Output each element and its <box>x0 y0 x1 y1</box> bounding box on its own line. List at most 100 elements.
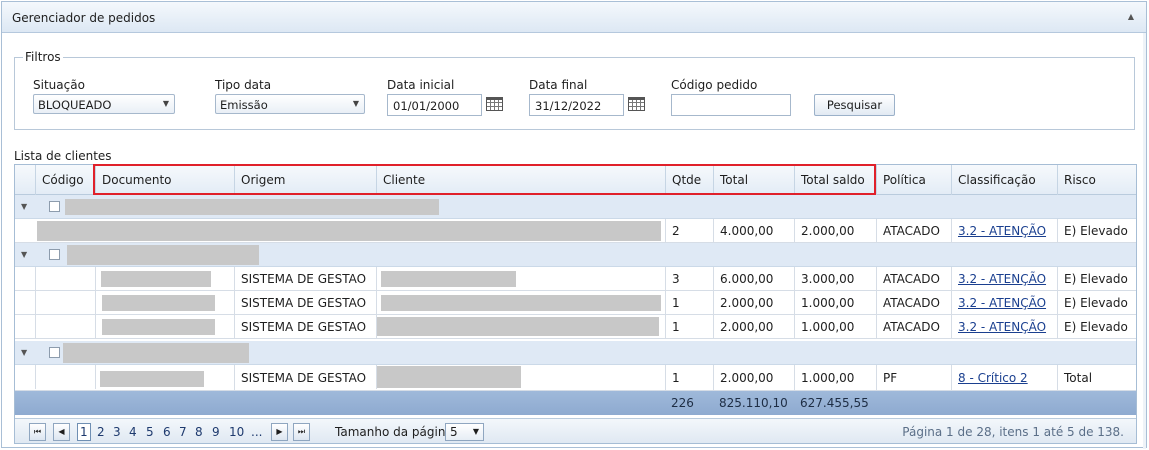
cell-politica: ATACADO <box>876 219 951 243</box>
col-total-saldo[interactable]: Total saldo <box>794 165 876 195</box>
next-page-button[interactable]: ▶ <box>271 423 288 441</box>
cell-documento <box>95 291 234 315</box>
col-classificacao[interactable]: Classificação <box>951 165 1057 195</box>
cell-saldo: 1.000,00 <box>794 315 876 339</box>
data-inicial-input[interactable]: 01/01/2000 <box>387 94 482 116</box>
chevron-down-icon[interactable]: ▼ <box>21 250 27 259</box>
classificacao-link[interactable]: 3.2 - ATENÇÃO <box>958 224 1046 238</box>
situacao-select[interactable]: BLOQUEADO ▼ <box>33 94 175 114</box>
page-number[interactable]: 7 <box>179 425 187 439</box>
cell-risco: E) Elevado <box>1057 219 1136 243</box>
situacao-label: Situação <box>33 78 85 92</box>
cell-politica: ATACADO <box>876 291 951 315</box>
filters-legend: Filtros <box>25 50 61 64</box>
cell-documento <box>95 315 234 339</box>
classificacao-link[interactable]: 3.2 - ATENÇÃO <box>958 320 1046 334</box>
cell-origem: SISTEMA DE GESTAO <box>234 267 376 291</box>
page-number[interactable]: 8 <box>195 425 203 439</box>
page-number[interactable]: 5 <box>146 425 154 439</box>
redacted-block <box>67 245 259 265</box>
cell-codigo <box>35 315 95 339</box>
cell-risco: E) Elevado <box>1057 291 1136 315</box>
table-row[interactable]: SISTEMA DE GESTAO 3 6.000,00 3.000,00 AT… <box>15 267 1136 291</box>
group-checkbox[interactable] <box>49 347 60 358</box>
cell-codigo <box>35 291 95 315</box>
data-inicial-label: Data inicial <box>387 78 455 92</box>
tipo-data-value: Emissão <box>220 98 268 112</box>
chevron-down-icon[interactable]: ▼ <box>21 202 27 211</box>
col-politica[interactable]: Política <box>876 165 951 195</box>
col-qtde[interactable]: Qtde <box>665 165 713 195</box>
page-size-label: Tamanho da página: <box>335 425 457 439</box>
page-number[interactable]: 4 <box>129 425 137 439</box>
page-size-value: 5 <box>450 425 458 439</box>
prev-page-button[interactable]: ◀ <box>53 423 70 441</box>
group-checkbox[interactable] <box>49 249 60 260</box>
redacted-block <box>377 317 659 336</box>
group-checkbox[interactable] <box>49 201 60 212</box>
panel-edge <box>1143 33 1146 449</box>
page-size-select[interactable]: 5 ▼ <box>445 423 484 441</box>
page-number[interactable]: 6 <box>163 425 171 439</box>
classificacao-link[interactable]: 3.2 - ATENÇÃO <box>958 296 1046 310</box>
calendar-icon[interactable] <box>628 97 645 111</box>
classificacao-link[interactable]: 3.2 - ATENÇÃO <box>958 272 1046 286</box>
totals-row: 226 825.110,10 627.455,55 <box>15 391 1136 415</box>
table-row[interactable]: SISTEMA DE GESTAO 1 2.000,00 1.000,00 AT… <box>15 315 1136 339</box>
cell-risco: Total <box>1057 365 1136 391</box>
page-number[interactable]: 10 <box>229 425 244 439</box>
page-number[interactable]: 2 <box>97 425 105 439</box>
redacted-block <box>101 271 211 287</box>
data-final-input[interactable]: 31/12/2022 <box>529 94 624 116</box>
redacted-block <box>381 295 661 311</box>
redacted-block <box>377 366 521 388</box>
col-documento[interactable]: Documento <box>95 165 234 195</box>
clients-grid: Código Documento Origem Cliente Qtde Tot… <box>14 164 1137 444</box>
data-final-value: 31/12/2022 <box>535 99 602 113</box>
col-total[interactable]: Total <box>713 165 794 195</box>
table-row[interactable]: SISTEMA DE GESTAO 1 2.000,00 1.000,00 PF… <box>15 365 1136 391</box>
classificacao-link[interactable]: 8 - Crítico 2 <box>958 371 1028 385</box>
col-risco[interactable]: Risco <box>1057 165 1136 195</box>
cell-origem: SISTEMA DE GESTAO <box>234 291 376 315</box>
col-origem[interactable]: Origem <box>234 165 376 195</box>
page-number[interactable]: 9 <box>212 425 220 439</box>
cell-total: 6.000,00 <box>713 267 794 291</box>
cell-documento <box>95 267 234 291</box>
cell-saldo: 3.000,00 <box>794 267 876 291</box>
pager: ⏮ ◀ 1 2 3 4 5 6 7 8 9 10 ... ▶ ⏭ Tamanho… <box>15 418 1136 443</box>
first-page-button[interactable]: ⏮ <box>29 423 46 441</box>
page-number[interactable]: 3 <box>113 425 121 439</box>
group-row: ▼ <box>15 243 1136 267</box>
tipo-data-label: Tipo data <box>215 78 272 92</box>
group-row: ▼ <box>15 341 1136 365</box>
cell-origem: SISTEMA DE GESTAO <box>234 315 376 339</box>
total-qtde: 226 <box>671 396 694 410</box>
table-row[interactable]: SISTEMA DE GESTAO 1 2.000,00 1.000,00 AT… <box>15 291 1136 315</box>
col-cliente[interactable]: Cliente <box>376 165 665 195</box>
total-saldo: 627.455,55 <box>800 396 869 410</box>
cell-qtde: 1 <box>665 315 713 339</box>
cell-classificacao: 8 - Crítico 2 <box>951 365 1057 391</box>
redacted-block <box>102 295 215 311</box>
cell-total: 4.000,00 <box>713 219 794 243</box>
page-number[interactable]: 1 <box>77 423 91 441</box>
collapse-icon[interactable]: ▲ <box>1128 12 1134 21</box>
cell-qtde: 3 <box>665 267 713 291</box>
search-button[interactable]: Pesquisar <box>814 94 895 116</box>
cell-qtde: 2 <box>665 219 713 243</box>
redacted-block <box>100 371 204 387</box>
cell-cliente <box>376 291 665 315</box>
panel-title: Gerenciador de pedidos <box>12 11 156 25</box>
tipo-data-select[interactable]: Emissão ▼ <box>215 94 365 114</box>
page-ellipsis[interactable]: ... <box>251 425 262 439</box>
table-row[interactable]: 2 4.000,00 2.000,00 ATACADO 3.2 - ATENÇÃ… <box>15 219 1136 243</box>
chevron-down-icon[interactable]: ▼ <box>21 348 27 357</box>
calendar-icon[interactable] <box>486 97 503 111</box>
last-page-button[interactable]: ⏭ <box>293 423 310 441</box>
grid-header: Código Documento Origem Cliente Qtde Tot… <box>15 165 1136 195</box>
cell-documento <box>95 365 234 389</box>
cell-cliente <box>376 267 665 291</box>
codigo-pedido-input[interactable] <box>671 94 791 116</box>
col-codigo[interactable]: Código <box>35 165 95 195</box>
